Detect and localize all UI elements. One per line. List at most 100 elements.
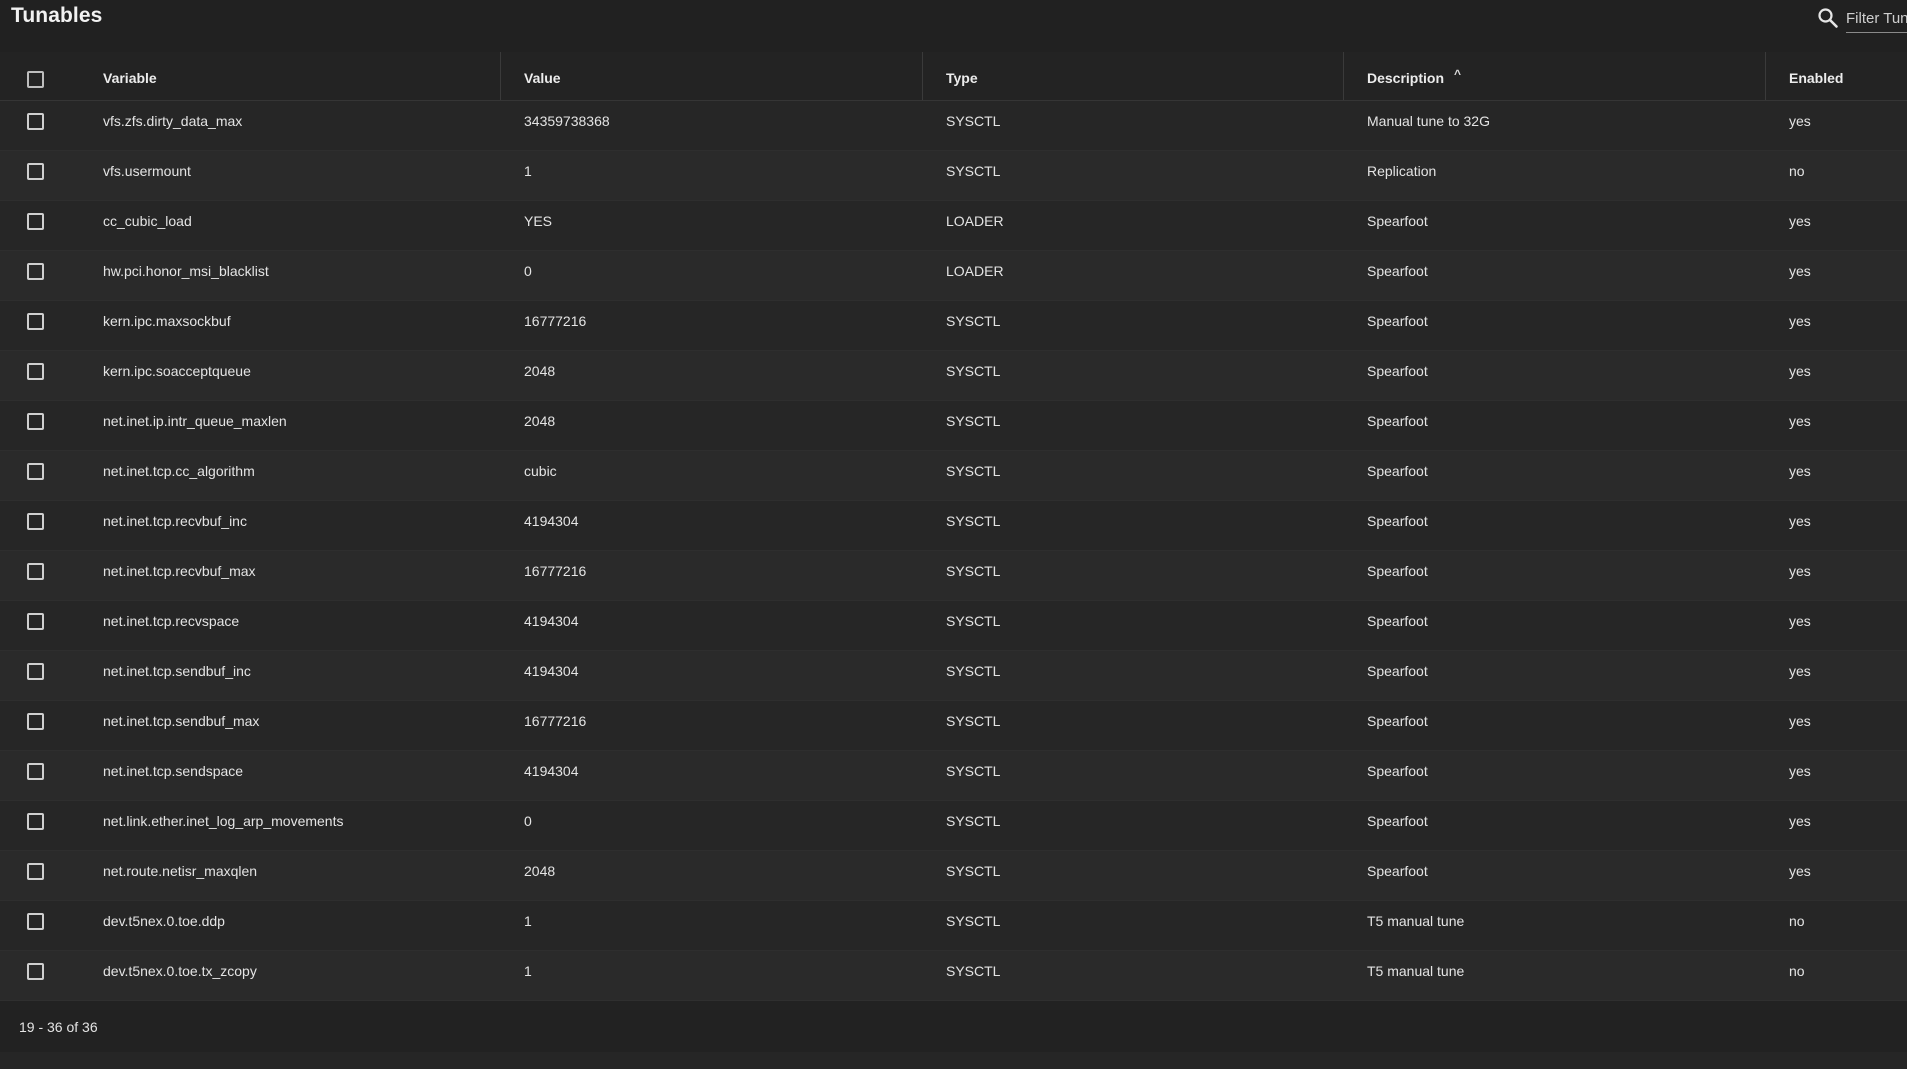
column-header-type[interactable]: Type: [946, 52, 978, 100]
cell-value: cubic: [524, 463, 557, 479]
table-row[interactable]: net.inet.tcp.cc_algorithm cubic SYSCTL Spea…: [0, 451, 1907, 501]
table-row[interactable]: kern.ipc.soacceptqueue 2048 SYSCTL Spearfoo…: [0, 351, 1907, 401]
column-divider: [1343, 52, 1344, 100]
table-row[interactable]: dev.t5nex.0.toe.ddp 1 SYSCTL T5 manual tune…: [0, 901, 1907, 951]
table-row[interactable]: kern.ipc.maxsockbuf 16777216 SYSCTL Spearfo…: [0, 301, 1907, 351]
table-row[interactable]: net.inet.tcp.recvspace 4194304 SYSCTL Spear…: [0, 601, 1907, 651]
cell-value: YES: [524, 213, 553, 229]
cell-variable: hw.pci.honor_msi_blacklist: [103, 263, 269, 279]
column-header-value[interactable]: Value: [524, 52, 561, 100]
row-checkbox[interactable]: [27, 263, 44, 280]
cell-variable: dev.t5nex.0.toe.ddp: [103, 913, 225, 929]
tunables-page: Tunables Variable Value Type Description…: [0, 0, 1907, 1069]
row-checkbox[interactable]: [27, 863, 44, 880]
row-checkbox[interactable]: [27, 813, 44, 830]
cell-enabled: yes: [1789, 613, 1811, 629]
cell-variable: cc_cubic_load: [103, 213, 192, 229]
cell-enabled: yes: [1789, 413, 1811, 429]
sort-ascending-icon: ^: [1454, 67, 1462, 81]
cell-description: Spearfoot: [1367, 813, 1428, 829]
table-row[interactable]: net.route.netisr_maxqlen 2048 SYSCTL Spearf…: [0, 851, 1907, 901]
cell-variable: net.inet.tcp.recvspace: [103, 613, 240, 629]
cell-value: 4194304: [524, 513, 579, 529]
row-checkbox[interactable]: [27, 463, 44, 480]
cell-description: Spearfoot: [1367, 213, 1428, 229]
cell-value: 2048: [524, 413, 556, 429]
cell-value: 2048: [524, 363, 556, 379]
cell-enabled: yes: [1789, 863, 1811, 879]
cell-type: SYSCTL: [946, 163, 1001, 179]
cell-type: SYSCTL: [946, 963, 1001, 979]
row-checkbox[interactable]: [27, 513, 44, 530]
cell-enabled: yes: [1789, 113, 1811, 129]
cell-enabled: yes: [1789, 563, 1811, 579]
column-divider: [500, 52, 501, 100]
select-all-checkbox[interactable]: [27, 71, 44, 88]
filter-box: [1816, 4, 1907, 34]
column-header-enabled[interactable]: Enabled: [1789, 52, 1843, 100]
table-row[interactable]: vfs.usermount 1 SYSCTL Replication no: [0, 151, 1907, 201]
table-row[interactable]: hw.pci.honor_msi_blacklist 0 LOADER Spearfo…: [0, 251, 1907, 301]
cell-value: 4194304: [524, 763, 579, 779]
cell-enabled: yes: [1789, 713, 1811, 729]
filter-input[interactable]: [1846, 4, 1907, 33]
cell-type: SYSCTL: [946, 863, 1001, 879]
table-row[interactable]: net.inet.tcp.sendspace 4194304 SYSCTL Spear…: [0, 751, 1907, 801]
row-checkbox[interactable]: [27, 613, 44, 630]
cell-type: SYSCTL: [946, 763, 1001, 779]
pagination-range: 19 - 36 of 36: [19, 1019, 98, 1035]
cell-description: Spearfoot: [1367, 613, 1428, 629]
row-checkbox[interactable]: [27, 313, 44, 330]
row-checkbox[interactable]: [27, 213, 44, 230]
cell-description: Spearfoot: [1367, 263, 1428, 279]
table-row[interactable]: net.inet.ip.intr_queue_maxlen 2048 SYSCTL S…: [0, 401, 1907, 451]
table-row[interactable]: dev.t5nex.0.toe.tx_zcopy 1 SYSCTL T5 manual…: [0, 951, 1907, 1001]
table-row[interactable]: net.inet.tcp.recvbuf_inc 4194304 SYSCTL Spe…: [0, 501, 1907, 551]
row-checkbox[interactable]: [27, 563, 44, 580]
cell-description: Spearfoot: [1367, 563, 1428, 579]
table-row[interactable]: net.inet.tcp.sendbuf_inc 4194304 SYSCTL Spe…: [0, 651, 1907, 701]
row-checkbox[interactable]: [27, 963, 44, 980]
cell-value: 16777216: [524, 313, 587, 329]
cell-enabled: yes: [1789, 813, 1811, 829]
table-row[interactable]: net.inet.tcp.recvbuf_max 16777216 SYSCTL Sp…: [0, 551, 1907, 601]
column-header-description-label: Description: [1367, 70, 1445, 86]
cell-description: Spearfoot: [1367, 713, 1428, 729]
row-checkbox[interactable]: [27, 713, 44, 730]
cell-value: 4194304: [524, 613, 579, 629]
row-checkbox[interactable]: [27, 913, 44, 930]
table-header-row: Variable Value Type Description ^ Enabled: [0, 52, 1907, 101]
table-row[interactable]: cc_cubic_load YES LOADER Spearfoot yes: [0, 201, 1907, 251]
column-header-description[interactable]: Description ^: [1367, 52, 1461, 100]
cell-variable: dev.t5nex.0.toe.tx_zcopy: [103, 963, 257, 979]
row-checkbox[interactable]: [27, 363, 44, 380]
cell-description: Spearfoot: [1367, 513, 1428, 529]
row-checkbox[interactable]: [27, 663, 44, 680]
cell-description: Spearfoot: [1367, 313, 1428, 329]
column-header-variable[interactable]: Variable: [103, 52, 157, 100]
cell-variable: net.inet.tcp.recvbuf_inc: [103, 513, 247, 529]
cell-enabled: yes: [1789, 363, 1811, 379]
row-checkbox[interactable]: [27, 763, 44, 780]
row-checkbox[interactable]: [27, 413, 44, 430]
cell-variable: net.inet.tcp.sendbuf_max: [103, 713, 260, 729]
cell-description: Spearfoot: [1367, 863, 1428, 879]
row-checkbox[interactable]: [27, 113, 44, 130]
cell-variable: net.link.ether.inet_log_arp_movements: [103, 813, 344, 829]
table-row[interactable]: vfs.zfs.dirty_data_max 34359738368 SYSCTL M…: [0, 101, 1907, 151]
cell-type: SYSCTL: [946, 363, 1001, 379]
cell-type: SYSCTL: [946, 463, 1001, 479]
cell-description: Spearfoot: [1367, 363, 1428, 379]
cell-value: 1: [524, 913, 532, 929]
cell-variable: net.route.netisr_maxqlen: [103, 863, 258, 879]
cell-type: LOADER: [946, 263, 1004, 279]
cell-variable: net.inet.tcp.sendbuf_inc: [103, 663, 251, 679]
table-row[interactable]: net.link.ether.inet_log_arp_movements 0 SY…: [0, 801, 1907, 851]
cell-value: 16777216: [524, 713, 587, 729]
table-row[interactable]: net.inet.tcp.sendbuf_max 16777216 SYSCTL Sp…: [0, 701, 1907, 751]
cell-type: SYSCTL: [946, 113, 1001, 129]
search-icon[interactable]: [1816, 6, 1840, 30]
cell-type: SYSCTL: [946, 913, 1001, 929]
row-checkbox[interactable]: [27, 163, 44, 180]
cell-enabled: no: [1789, 913, 1805, 929]
